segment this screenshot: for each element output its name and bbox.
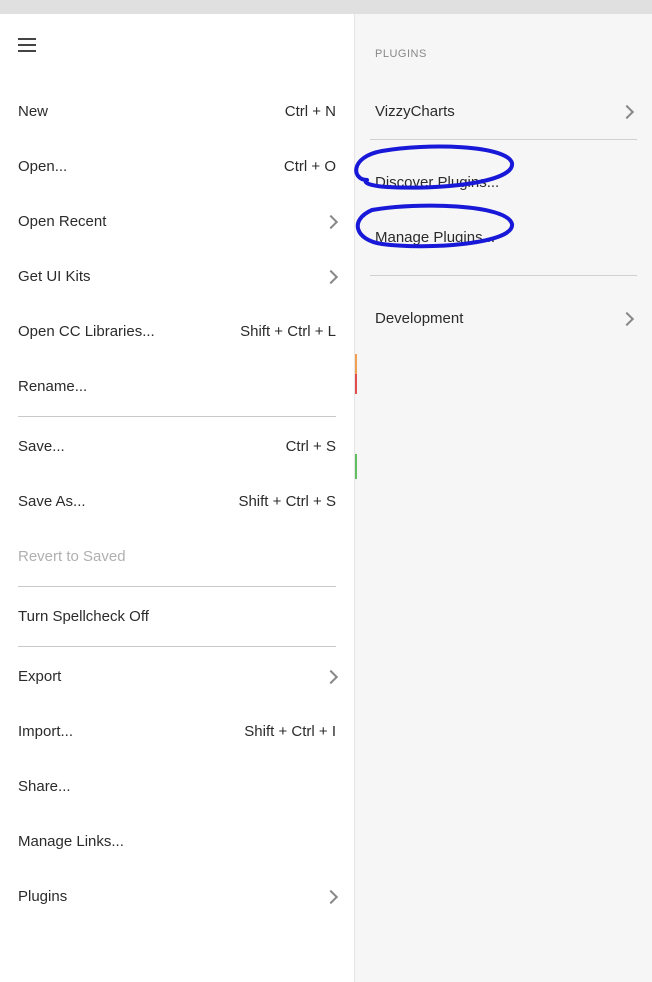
menu-new[interactable]: New Ctrl + N	[18, 84, 336, 139]
file-menu-panel: New Ctrl + N Open... Ctrl + O Open Recen…	[0, 14, 355, 982]
main-container: New Ctrl + N Open... Ctrl + O Open Recen…	[0, 14, 652, 982]
color-indicator	[355, 454, 357, 479]
menu-save-as[interactable]: Save As... Shift + Ctrl + S	[18, 474, 336, 529]
menu-share[interactable]: Share...	[18, 759, 336, 814]
chevron-right-icon	[620, 311, 634, 325]
menu-open[interactable]: Open... Ctrl + O	[18, 139, 336, 194]
menu-label: New	[18, 103, 48, 120]
menu-label: Manage Links...	[18, 833, 124, 850]
menu-label: Open...	[18, 158, 67, 175]
plugin-label: Discover Plugins...	[375, 174, 499, 191]
menu-label: Rename...	[18, 378, 87, 395]
plugin-development[interactable]: Development	[355, 291, 652, 346]
menu-label: Save As...	[18, 493, 86, 510]
chevron-right-icon	[324, 889, 338, 903]
plugin-label: Development	[375, 310, 463, 327]
menu-open-recent[interactable]: Open Recent	[18, 194, 336, 249]
menu-plugins[interactable]: Plugins	[18, 869, 336, 924]
menu-shortcut: Ctrl + N	[285, 103, 336, 120]
menu-label: Export	[18, 668, 61, 685]
menu-divider	[18, 586, 336, 587]
color-indicator	[355, 354, 357, 374]
plugins-panel: PLUGINS VizzyCharts Discover Plugins... …	[355, 14, 652, 982]
menu-shortcut: Ctrl + O	[284, 158, 336, 175]
file-menu: New Ctrl + N Open... Ctrl + O Open Recen…	[0, 84, 354, 924]
menu-manage-links[interactable]: Manage Links...	[18, 814, 336, 869]
chevron-right-icon	[324, 669, 338, 683]
menu-export[interactable]: Export	[18, 649, 336, 704]
window-topbar	[0, 0, 652, 14]
menu-turn-spellcheck-off[interactable]: Turn Spellcheck Off	[18, 589, 336, 644]
menu-label: Open Recent	[18, 213, 106, 230]
color-indicator	[355, 374, 357, 394]
chevron-right-icon	[324, 269, 338, 283]
menu-label: Open CC Libraries...	[18, 323, 155, 340]
menu-shortcut: Ctrl + S	[286, 438, 336, 455]
plugin-label: Manage Plugins...	[375, 229, 495, 246]
menu-shortcut: Shift + Ctrl + L	[240, 323, 336, 340]
menu-rename[interactable]: Rename...	[18, 359, 336, 414]
menu-save[interactable]: Save... Ctrl + S	[18, 419, 336, 474]
plugin-label: VizzyCharts	[375, 103, 455, 120]
chevron-right-icon	[324, 214, 338, 228]
menu-shortcut: Shift + Ctrl + S	[238, 493, 336, 510]
menu-label: Revert to Saved	[18, 548, 126, 565]
plugins-header: PLUGINS	[355, 14, 652, 84]
menu-divider	[18, 416, 336, 417]
menu-revert-to-saved: Revert to Saved	[18, 529, 336, 584]
menu-label: Turn Spellcheck Off	[18, 608, 149, 625]
chevron-right-icon	[620, 104, 634, 118]
menu-label: Save...	[18, 438, 65, 455]
menu-label: Share...	[18, 778, 71, 795]
menu-import[interactable]: Import... Shift + Ctrl + I	[18, 704, 336, 759]
hamburger-icon[interactable]	[18, 34, 36, 56]
menu-shortcut: Shift + Ctrl + I	[244, 723, 336, 740]
menu-open-cc-libraries[interactable]: Open CC Libraries... Shift + Ctrl + L	[18, 304, 336, 359]
plugin-vizzycharts[interactable]: VizzyCharts	[355, 84, 652, 139]
plugin-discover[interactable]: Discover Plugins...	[355, 155, 652, 210]
plugin-manage[interactable]: Manage Plugins...	[355, 210, 652, 265]
menu-label: Import...	[18, 723, 73, 740]
menu-label: Plugins	[18, 888, 67, 905]
menu-divider	[18, 646, 336, 647]
menu-get-ui-kits[interactable]: Get UI Kits	[18, 249, 336, 304]
menu-label: Get UI Kits	[18, 268, 91, 285]
